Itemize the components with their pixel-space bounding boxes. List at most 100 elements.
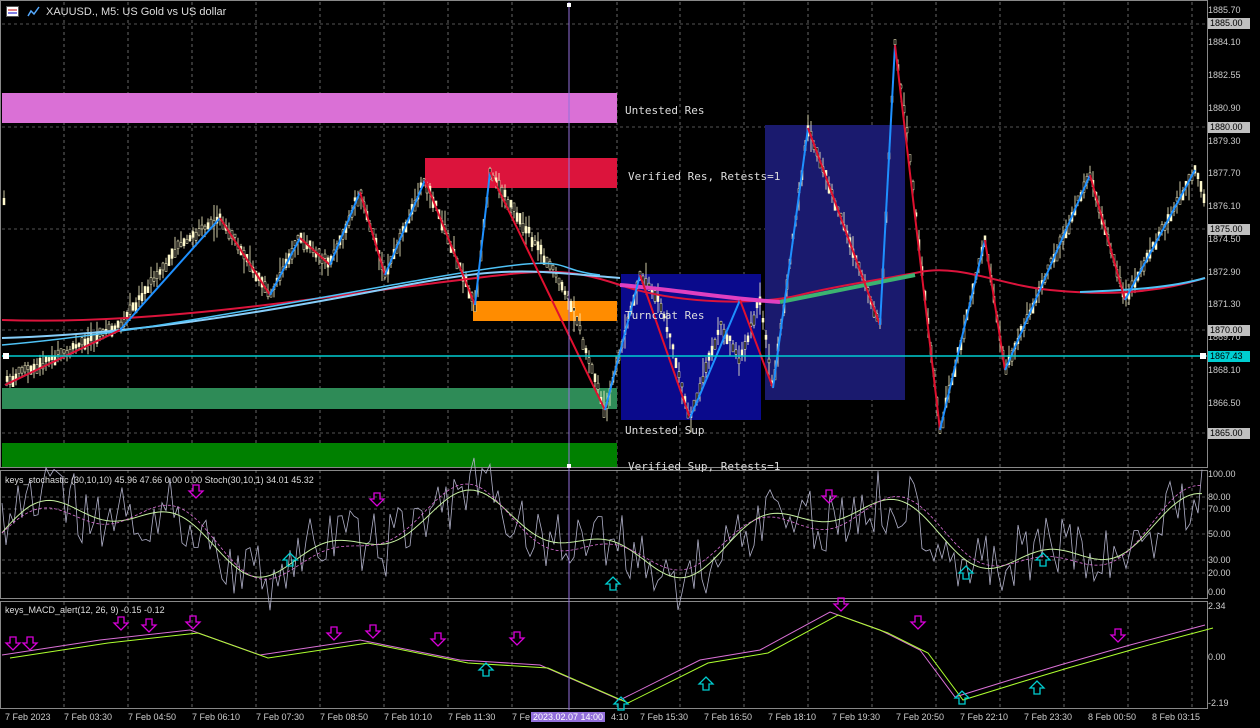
macd-lines <box>1 611 1214 704</box>
buy-arrow-icon <box>1028 680 1046 695</box>
zone-untested-res <box>2 93 617 123</box>
sell-arrow-icon <box>187 484 205 499</box>
candle-body <box>503 189 507 198</box>
cursor-time-label: 2023.02.07 14:00 <box>531 712 606 722</box>
zigzag-segment <box>1004 174 1091 371</box>
sell-arrow-icon <box>4 636 22 651</box>
candle-body <box>32 363 36 371</box>
candle-body <box>203 225 207 230</box>
candle-body <box>656 295 660 302</box>
sell-arrow-icon <box>832 597 850 612</box>
candle-body <box>77 343 81 347</box>
zigzag-segment <box>299 237 331 266</box>
candle-body <box>728 335 732 342</box>
candle-body <box>767 358 771 364</box>
sell-arrow-icon <box>1109 628 1127 643</box>
time-label: 4:10 <box>611 712 629 722</box>
zigzag-segment <box>119 217 221 331</box>
candle-body <box>713 339 717 350</box>
price-axis-label: 1866.50 <box>1208 398 1241 408</box>
time-label: 7 Feb 20:50 <box>896 712 945 722</box>
time-label: 7 Feb 18:10 <box>768 712 817 722</box>
candle-body <box>905 127 909 134</box>
macd-signal-line <box>1 611 1206 701</box>
cursor-handle-bottom[interactable] <box>567 464 571 468</box>
sell-arrow-icon <box>21 636 39 651</box>
sell-arrow-icon <box>368 492 386 507</box>
candle-body <box>131 302 135 311</box>
time-label: 7 Feb 2023 <box>5 712 51 722</box>
cursor-handle-top[interactable] <box>567 3 571 7</box>
time-label: 7 Feb 16:50 <box>704 712 753 722</box>
zigzag-segment <box>1124 169 1196 301</box>
zigzag-segment <box>474 171 491 306</box>
price-axis-label: 1872.90 <box>1208 267 1241 277</box>
candle-body <box>665 327 669 332</box>
zone-verified-res <box>425 158 617 188</box>
candle-body <box>584 348 588 354</box>
candle-body <box>596 382 600 390</box>
candle-body <box>194 232 198 241</box>
candle-body <box>233 233 237 238</box>
candle-body <box>509 199 513 208</box>
time-label: 7 Feb 04:50 <box>128 712 177 722</box>
zigzag-segment <box>359 191 386 276</box>
candle-body <box>185 239 189 244</box>
candle-body <box>701 376 705 383</box>
price-line-handle-right[interactable] <box>1200 353 1206 359</box>
price-tag-1880[interactable]: 1880.00 <box>1208 122 1250 133</box>
candle-body <box>755 302 759 309</box>
chart-settings-icon[interactable] <box>27 6 40 17</box>
candle-body <box>575 316 579 326</box>
candle-body <box>74 344 78 349</box>
macd-level: 0.00 <box>1208 652 1226 662</box>
candle-body <box>155 271 159 279</box>
zone-untested-sup <box>2 388 617 409</box>
price-tag-1865[interactable]: 1865.00 <box>1208 428 1250 439</box>
candle-body <box>527 226 531 234</box>
time-label: 8 Feb 00:50 <box>1088 712 1137 722</box>
candle-body <box>317 248 321 254</box>
symbol-title: XAUUSD., M5: US Gold vs US dollar <box>46 6 227 18</box>
buy-arrow-icon <box>604 576 622 591</box>
price-tag-1885[interactable]: 1885.00 <box>1208 18 1250 29</box>
candle-body <box>653 290 657 302</box>
macd-level: 2.34 <box>1208 601 1226 611</box>
price-tag-1875[interactable]: 1875.00 <box>1208 224 1250 235</box>
candle-body <box>737 357 741 365</box>
price-tag-current[interactable]: 1867.43 <box>1208 351 1250 362</box>
candle-body <box>536 241 540 251</box>
candle-body <box>512 202 516 212</box>
macd-main-line <box>9 614 1214 704</box>
zigzag-segment <box>489 171 606 411</box>
candle-body <box>515 212 519 222</box>
candle-body <box>524 226 528 234</box>
candle-body <box>740 349 744 356</box>
price-tag-1870[interactable]: 1870.00 <box>1208 325 1250 336</box>
candle-body <box>563 290 567 295</box>
candle-body <box>182 238 186 247</box>
time-label: 8 Feb 03:15 <box>1152 712 1201 722</box>
candle-body <box>2 198 6 206</box>
candle-body <box>554 273 558 278</box>
time-label: 7 Feb 10:10 <box>384 712 433 722</box>
price-line-handle-left[interactable] <box>3 353 9 359</box>
candle-body <box>173 249 177 258</box>
stoch-signal-line <box>1 483 1203 580</box>
zigzag-segment <box>384 179 426 276</box>
candle-body <box>545 257 549 268</box>
sell-arrow-icon <box>112 616 130 631</box>
candle-body <box>578 325 582 331</box>
candle-body <box>44 356 48 363</box>
candle-body <box>581 339 585 350</box>
chart-type-icon[interactable] <box>6 6 19 17</box>
candle-body <box>548 261 552 270</box>
candle-body <box>560 281 564 291</box>
stoch-level: 50.00 <box>1208 529 1231 539</box>
candle-body <box>1196 173 1200 179</box>
candle-body <box>191 231 195 238</box>
sell-arrow-icon <box>909 615 927 630</box>
buy-arrow-icon <box>697 676 715 691</box>
macd-level: -2.19 <box>1208 698 1229 708</box>
candle-body <box>671 344 675 350</box>
